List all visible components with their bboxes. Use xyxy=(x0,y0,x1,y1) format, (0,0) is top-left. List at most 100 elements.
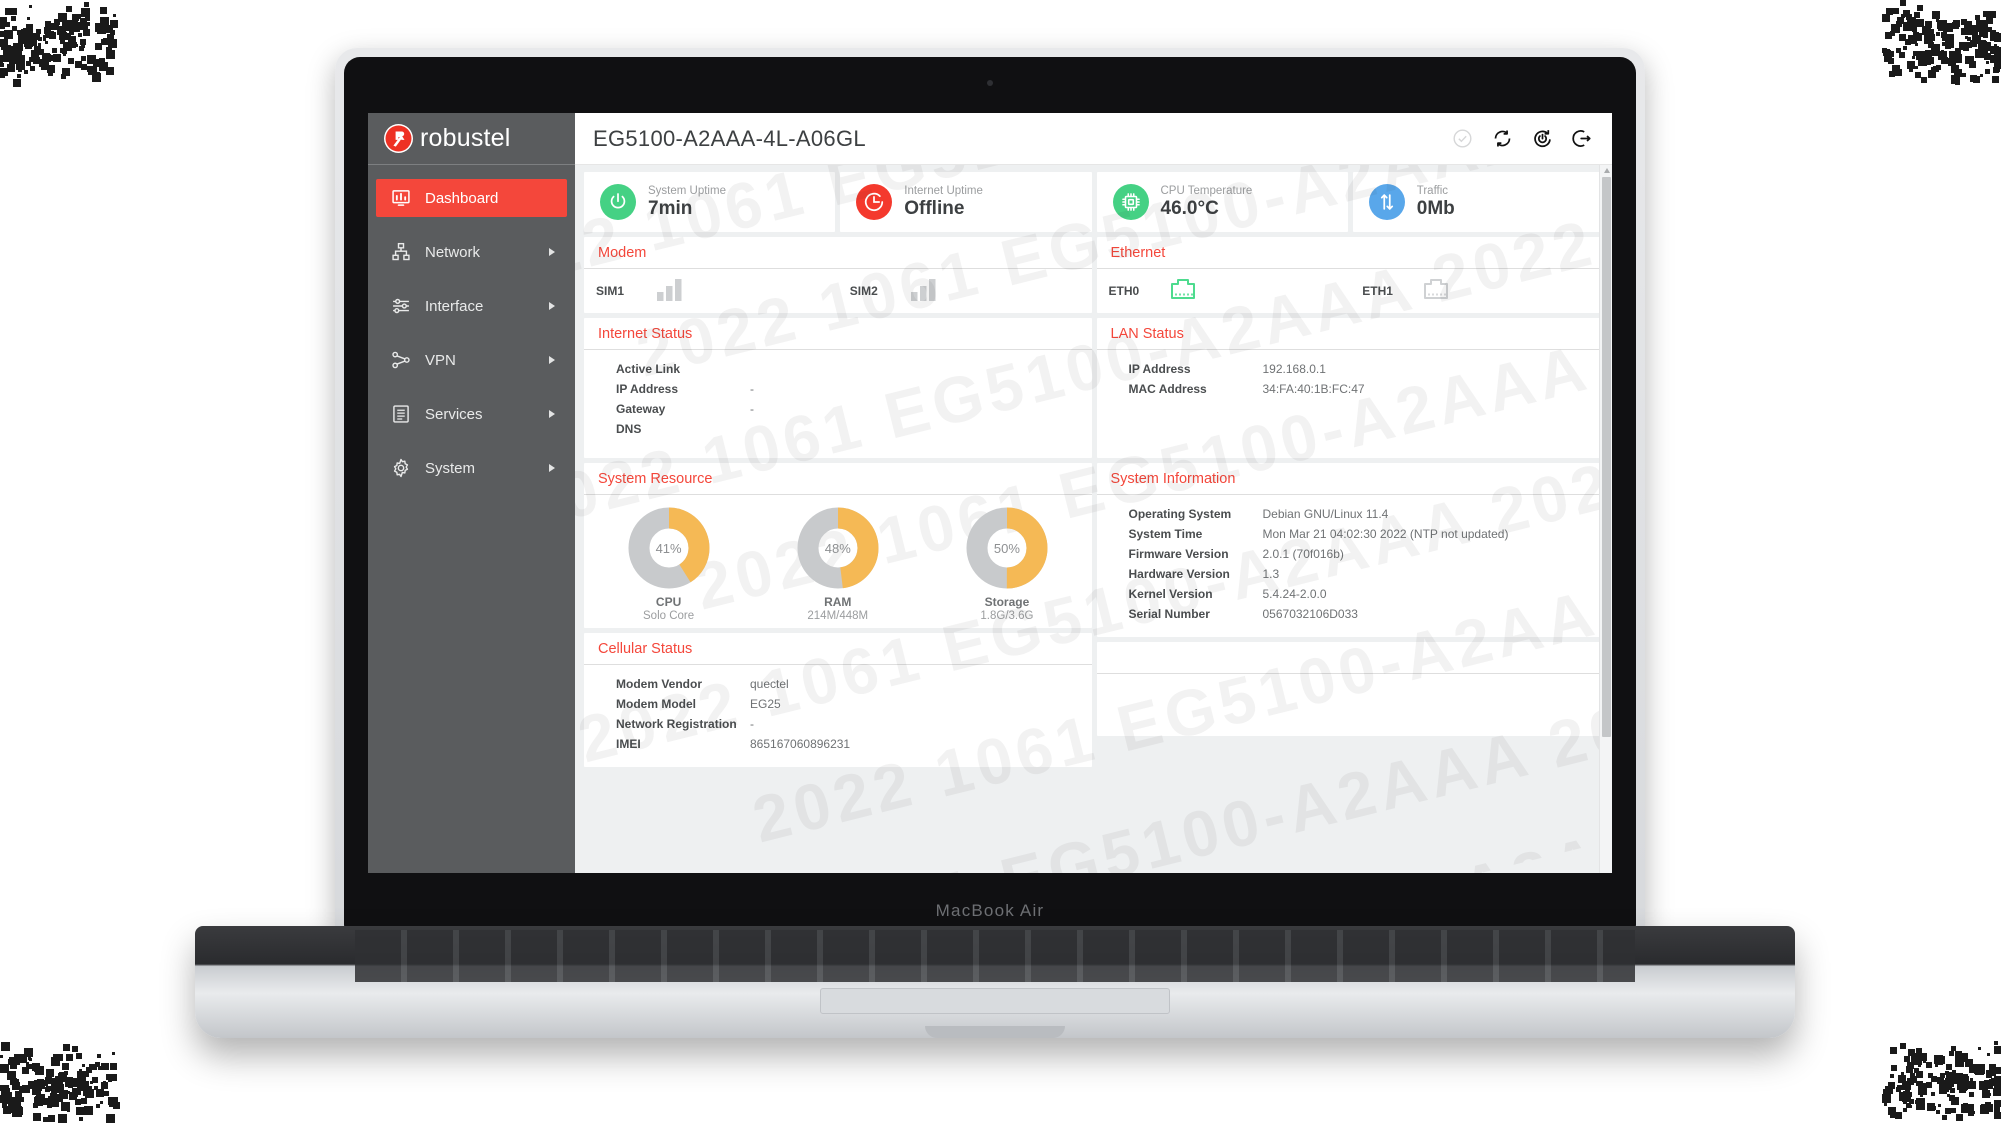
sidebar-item-interface[interactable]: Interface xyxy=(376,287,567,325)
lan-status-title: LAN Status xyxy=(1096,318,1604,350)
gauge-subtitle: 1.8G/3.6G xyxy=(980,610,1034,622)
rj45-port-icon xyxy=(1169,277,1197,306)
scroll-up-arrow-icon[interactable] xyxy=(1603,168,1610,173)
vertical-scrollbar[interactable] xyxy=(1599,165,1612,873)
reboot-icon[interactable] xyxy=(1530,127,1554,151)
apply-check-icon[interactable] xyxy=(1450,127,1474,151)
info-row: Hardware Version 1.3 xyxy=(1111,565,1591,584)
info-row: Active Link xyxy=(598,360,1078,379)
info-row: Operating System Debian GNU/Linux 11.4 xyxy=(1111,505,1591,524)
dashboard-body: System Uptime 7min Internet Uptime Offline C… xyxy=(575,165,1612,772)
status-card-value: 0Mb xyxy=(1416,198,1455,219)
info-row-value: 865167060896231 xyxy=(750,737,851,751)
clock-icon xyxy=(856,184,893,220)
info-row-value: quectel xyxy=(750,677,789,691)
donut-chart: 41% xyxy=(628,507,710,589)
info-row: IP Address 192.168.0.1 xyxy=(1111,360,1591,379)
sidebar-item-network[interactable]: Network xyxy=(376,233,567,271)
sidebar-item-label: Interface xyxy=(425,297,484,315)
info-row-value: EG25 xyxy=(750,697,781,711)
sim-slot: SIM2 xyxy=(838,276,1092,307)
system-resource-panel: System Resource 41% CPU Solo Core 48% RAM 214… xyxy=(584,463,1092,628)
info-row-key: IP Address xyxy=(1128,362,1191,376)
decorative-corner-top-left xyxy=(0,0,120,120)
sidebar-item-system[interactable]: System xyxy=(376,449,567,487)
cellular-status-panel: Cellular Status Modem Vendor quectel Modem… xyxy=(584,633,1092,767)
resource-gauge: 48% RAM 214M/448M xyxy=(753,507,922,622)
donut-chart: 48% xyxy=(797,507,879,589)
laptop-model-label: MacBook Air xyxy=(935,901,1045,920)
sidebar: robustel Dashboard Network Interface VPN Ser… xyxy=(368,113,575,873)
info-row: Network Registration - xyxy=(598,715,1078,734)
dashboard-scroll-area: 2022 1061 EG5100-A2AAA 2022 1061 EG5100-… xyxy=(575,165,1612,873)
sim2-label: SIM2 xyxy=(849,284,878,298)
chevron-right-icon xyxy=(549,464,555,472)
info-row-key: Kernel Version xyxy=(1128,587,1213,601)
decorative-corner-bottom-left xyxy=(0,1006,120,1126)
info-row-value: Debian GNU/Linux 11.4 xyxy=(1262,507,1389,521)
sim1-label: SIM1 xyxy=(596,284,625,298)
laptop-base xyxy=(195,926,1795,1038)
eth0-label: ETH0 xyxy=(1108,284,1140,298)
topbar: EG5100-A2AAA-4L-A06GL xyxy=(575,113,1612,165)
screenshot-stage: MacBook Air robustel Dashboard Network I… xyxy=(0,0,2001,1126)
right-filler-body xyxy=(1097,674,1605,736)
system-information-panel: System Information Operating System Debia… xyxy=(1096,463,1605,637)
info-row-key: Network Registration xyxy=(616,717,737,731)
left-column: Modem SIM1 SIM2 Internet Status Active L… xyxy=(584,237,1092,772)
status-card-label: Traffic xyxy=(1416,185,1449,197)
rj45-port-icon xyxy=(1422,277,1450,306)
logout-icon[interactable] xyxy=(1570,127,1594,151)
info-row-key: DNS xyxy=(616,422,642,436)
dashboard-icon xyxy=(390,187,412,209)
signal-bars-icon xyxy=(910,276,940,307)
info-row-key: Hardware Version xyxy=(1128,567,1230,581)
signal-bars-icon xyxy=(656,276,686,307)
brand-name: robustel xyxy=(420,124,511,152)
sidebar-item-dashboard[interactable]: Dashboard xyxy=(376,179,567,217)
info-row: Kernel Version 5.4.24-2.0.0 xyxy=(1111,585,1591,604)
info-row-value: - xyxy=(750,382,754,396)
screen-content: robustel Dashboard Network Interface VPN Ser… xyxy=(368,113,1612,873)
status-card-label: Internet Uptime xyxy=(904,185,983,197)
services-icon xyxy=(390,403,412,425)
router-web-ui: robustel Dashboard Network Interface VPN Ser… xyxy=(368,113,1612,873)
refresh-icon[interactable] xyxy=(1490,127,1514,151)
info-row-key: Serial Number xyxy=(1128,607,1210,621)
sidebar-item-label: VPN xyxy=(425,351,456,369)
internet-status-panel: Internet Status Active Link IP Address - Ga… xyxy=(584,318,1092,458)
status-card-label: CPU Temperature xyxy=(1160,185,1253,197)
cellular-status-title: Cellular Status xyxy=(584,633,1092,665)
info-row: Modem Model EG25 xyxy=(598,695,1078,714)
chevron-right-icon xyxy=(549,356,555,364)
status-card: System Uptime 7min xyxy=(584,172,836,232)
sidebar-nav: Dashboard Network Interface VPN Services Syst… xyxy=(368,165,575,487)
sidebar-item-label: Dashboard xyxy=(425,189,499,207)
sim-slot: SIM1 xyxy=(584,276,838,307)
sidebar-item-label: Network xyxy=(425,243,481,261)
info-row-key: IP Address xyxy=(616,382,679,396)
system-information-rows: Operating System Debian GNU/Linux 11.4 Sys… xyxy=(1097,495,1605,637)
traffic-icon xyxy=(1368,184,1405,220)
info-row: MAC Address 34:FA:40:1B:FC:47 xyxy=(1111,380,1591,399)
info-row-value: 1.3 xyxy=(1262,567,1280,581)
status-card-text: Internet Uptime Offline xyxy=(904,184,983,220)
resource-gauges: 41% CPU Solo Core 48% RAM 214M/448M 50% Storage… xyxy=(584,495,1092,628)
info-row: System Time Mon Mar 21 04:02:30 2022 (NTP… xyxy=(1111,525,1591,544)
sidebar-item-vpn[interactable]: VPN xyxy=(376,341,567,379)
modem-slots-row: SIM1 SIM2 xyxy=(584,269,1092,313)
decorative-corner-bottom-right xyxy=(1881,1006,2001,1126)
content-area: EG5100-A2AAA-4L-A06GL 2022 EG5100-A2AAA … xyxy=(575,113,1612,873)
chevron-right-icon xyxy=(549,248,555,256)
gauge-subtitle: 214M/448M xyxy=(807,610,869,622)
info-row-value: 192.168.0.1 xyxy=(1262,362,1326,376)
vpn-icon xyxy=(390,349,412,371)
sidebar-item-services[interactable]: Services xyxy=(376,395,567,433)
internet-status-rows: Active Link IP Address - Gateway - DNS xyxy=(584,350,1092,458)
info-row: Gateway - xyxy=(598,400,1078,419)
scrollbar-thumb[interactable] xyxy=(1602,177,1611,737)
lid-notch xyxy=(925,1026,1065,1038)
status-card-value: 46.0°C xyxy=(1160,198,1219,219)
chevron-right-icon xyxy=(549,302,555,310)
info-row-value: Mon Mar 21 04:02:30 2022 (NTP not update… xyxy=(1262,527,1509,541)
